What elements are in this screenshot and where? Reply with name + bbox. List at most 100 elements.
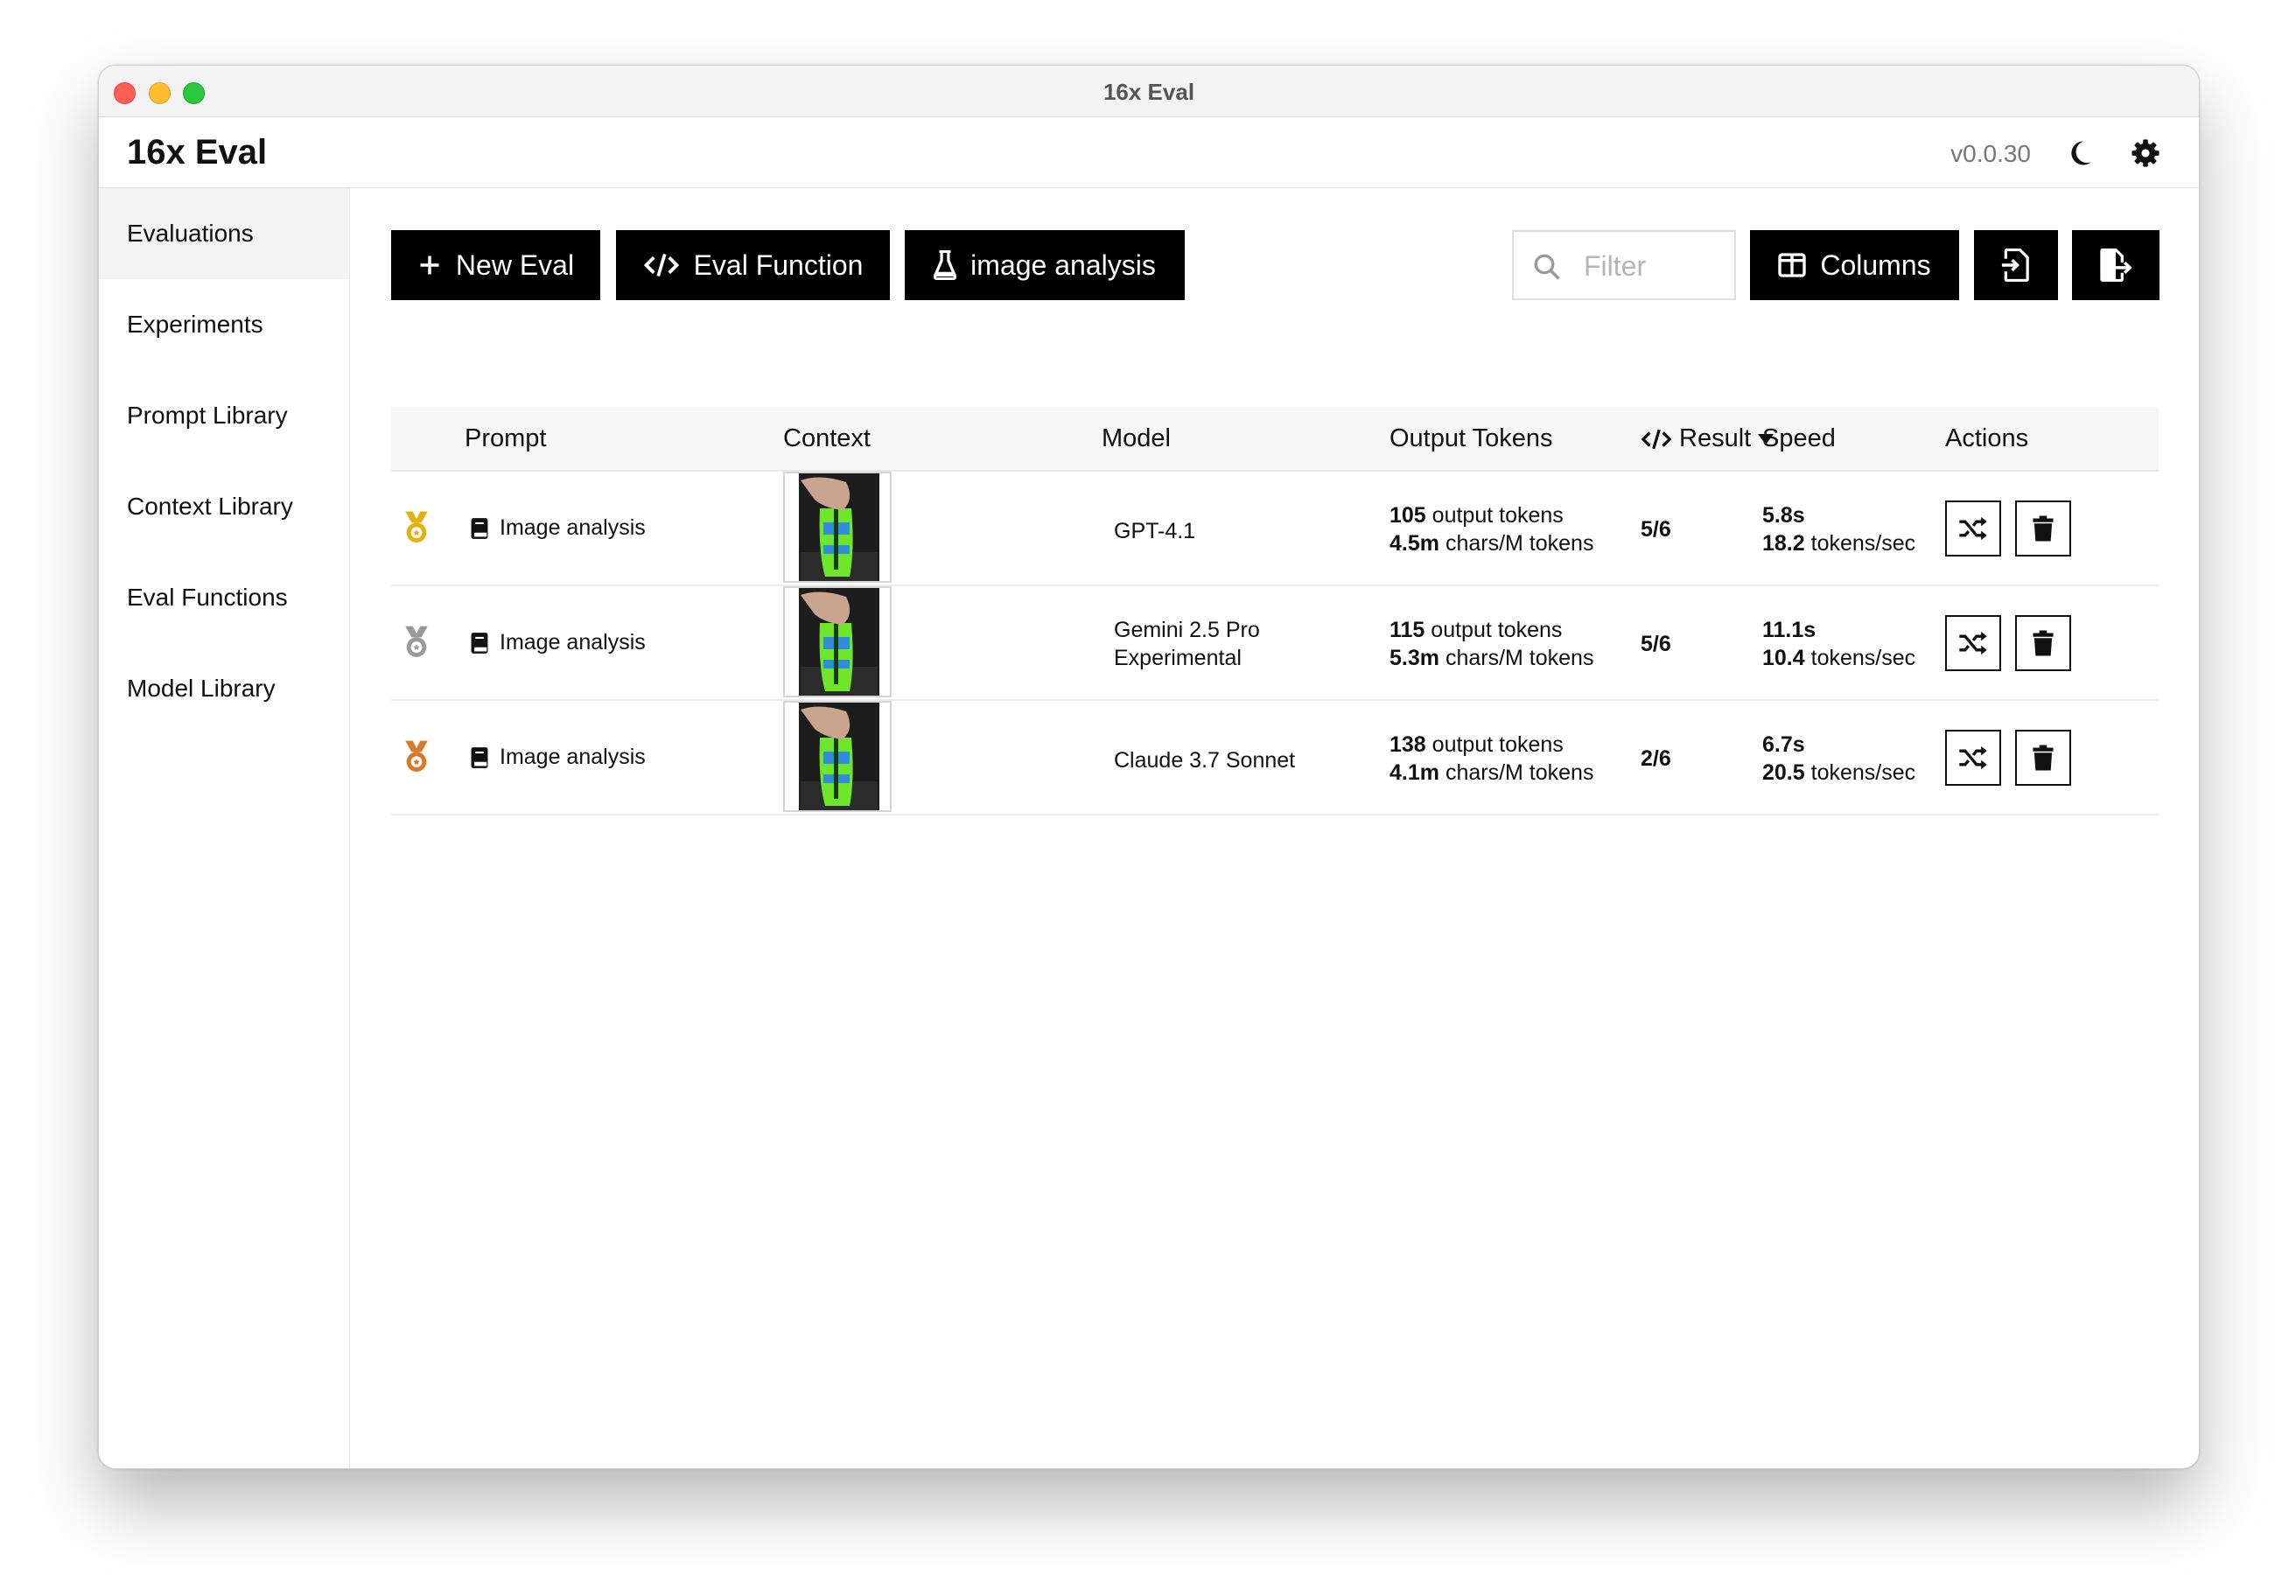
chars-per-token: 5.3m: [1390, 646, 1439, 670]
model-name: GPT-4.1: [1114, 519, 1196, 543]
evaluations-table: Prompt Context Model Output Tokens Resul…: [391, 407, 2159, 816]
file-export-icon: [2100, 248, 2132, 282]
app-header: 16x Eval v0.0.30: [99, 117, 2199, 188]
header-prompt: Prompt: [465, 424, 547, 452]
table-row: Image analysis GPT-4.1 105 output tokens…: [391, 472, 2159, 586]
experiment-button[interactable]: image analysis: [905, 230, 1185, 300]
book-icon: [471, 517, 488, 539]
sidebar-item-evaluations[interactable]: Evaluations: [99, 188, 349, 279]
rerun-button[interactable]: [1945, 500, 2001, 556]
gear-icon[interactable]: [2131, 138, 2160, 168]
experiment-label: image analysis: [970, 248, 1156, 281]
book-icon: [471, 632, 488, 654]
output-token-label: output tokens: [1432, 503, 1564, 528]
shuffle-icon: [1959, 516, 1987, 541]
header-actions: Actions: [1945, 424, 2029, 452]
eval-function-button[interactable]: Eval Function: [616, 230, 890, 300]
file-import-icon: [2001, 248, 2029, 282]
model-name: Gemini 2.5 Pro Experimental: [1114, 618, 1260, 670]
gold-medal-icon: [405, 511, 428, 542]
context-image: [785, 703, 890, 810]
version-label: v0.0.30: [1950, 140, 2031, 167]
rerun-button[interactable]: [1945, 730, 2001, 786]
speed-cell: 11.1s 10.4 tokens/sec: [1762, 616, 1915, 672]
filter-input[interactable]: [1582, 248, 1726, 284]
silver-medal-icon: [405, 626, 428, 657]
header-model: Model: [1102, 424, 1171, 452]
prompt-cell[interactable]: Image analysis: [470, 630, 646, 655]
app-name: 16x Eval: [127, 133, 268, 172]
chars-per-token: 4.5m: [1390, 531, 1439, 556]
columns-button[interactable]: Columns: [1750, 230, 1959, 300]
code-icon: [1641, 429, 1672, 449]
filter-box: [1512, 230, 1736, 300]
new-eval-button[interactable]: New Eval: [391, 230, 600, 300]
shuffle-icon: [1959, 746, 1987, 770]
token-rate-label: tokens/sec: [1810, 531, 1916, 556]
header-speed: Speed: [1762, 424, 1836, 452]
sidebar-item-experiments[interactable]: Experiments: [99, 279, 349, 370]
token-rate-label: tokens/sec: [1810, 760, 1916, 785]
search-icon: [1534, 254, 1560, 280]
output-token-label: output tokens: [1432, 732, 1564, 757]
eval-function-label: Eval Function: [693, 248, 864, 281]
trash-icon: [2033, 515, 2054, 542]
export-button[interactable]: [2072, 230, 2160, 300]
token-rate-label: tokens/sec: [1810, 646, 1916, 670]
trash-icon: [2033, 630, 2054, 656]
table-row: Image analysis Claude 3.7 Sonnet 138 out…: [391, 701, 2159, 816]
chars-per-token-label: chars/M tokens: [1445, 760, 1594, 785]
delete-button[interactable]: [2015, 730, 2071, 786]
chars-per-token-label: chars/M tokens: [1445, 531, 1594, 556]
prompt-cell[interactable]: Image analysis: [470, 745, 646, 770]
import-button[interactable]: [1974, 230, 2058, 300]
flask-icon: [934, 250, 957, 280]
context-thumbnail[interactable]: [783, 472, 892, 583]
chars-per-token-label: chars/M tokens: [1445, 646, 1594, 670]
prompt-name: Image analysis: [500, 515, 646, 540]
output-tokens-cell: 138 output tokens 4.1m chars/M tokens: [1390, 731, 1593, 787]
output-tokens-cell: 105 output tokens 4.5m chars/M tokens: [1390, 501, 1593, 557]
prompt-name: Image analysis: [500, 630, 646, 654]
response-time: 11.1s: [1762, 618, 1816, 642]
context-image: [785, 588, 890, 696]
sidebar-item-eval-functions[interactable]: Eval Functions: [99, 552, 349, 643]
moon-icon[interactable]: [2064, 138, 2094, 168]
token-rate: 20.5: [1762, 760, 1805, 785]
sidebar-item-context-library[interactable]: Context Library: [99, 461, 349, 552]
bronze-medal-icon: [405, 740, 428, 772]
code-icon: [643, 253, 679, 277]
context-image: [785, 473, 890, 581]
result-score: 2/6: [1641, 746, 1671, 771]
context-thumbnail[interactable]: [783, 701, 892, 812]
delete-button[interactable]: [2015, 615, 2071, 671]
sidebar-item-model-library[interactable]: Model Library: [99, 643, 349, 734]
token-rate: 18.2: [1762, 531, 1805, 556]
prompt-cell[interactable]: Image analysis: [470, 515, 646, 541]
result-score: 5/6: [1641, 632, 1671, 656]
header-output-tokens: Output Tokens: [1390, 424, 1553, 452]
header-result[interactable]: Result: [1641, 424, 1774, 453]
chars-per-token: 4.1m: [1390, 760, 1439, 785]
sidebar-item-prompt-library[interactable]: Prompt Library: [99, 370, 349, 461]
window-title: 16x Eval: [1102, 79, 1195, 105]
table-row: Image analysis Gemini 2.5 Pro Experiment…: [391, 586, 2159, 701]
trash-icon: [2033, 745, 2054, 771]
app-window: 16x Eval 16x Eval v0.0.30 Evaluations Ex…: [98, 65, 2200, 1469]
context-thumbnail[interactable]: [783, 586, 892, 697]
header-result-label: Result: [1679, 424, 1752, 452]
output-token-count: 115: [1390, 618, 1425, 642]
table-header: Prompt Context Model Output Tokens Resul…: [391, 407, 2159, 472]
token-rate: 10.4: [1762, 646, 1805, 670]
header-context: Context: [783, 424, 871, 452]
output-tokens-cell: 115 output tokens 5.3m chars/M tokens: [1390, 616, 1593, 672]
output-token-label: output tokens: [1431, 618, 1563, 642]
columns-icon: [1778, 253, 1807, 277]
response-time: 5.8s: [1762, 503, 1805, 528]
sidebar: Evaluations Experiments Prompt Library C…: [99, 188, 350, 1468]
rerun-button[interactable]: [1945, 615, 2001, 671]
output-token-count: 138: [1390, 732, 1426, 757]
columns-label: Columns: [1820, 248, 1931, 281]
output-token-count: 105: [1390, 503, 1426, 528]
delete-button[interactable]: [2015, 500, 2071, 556]
